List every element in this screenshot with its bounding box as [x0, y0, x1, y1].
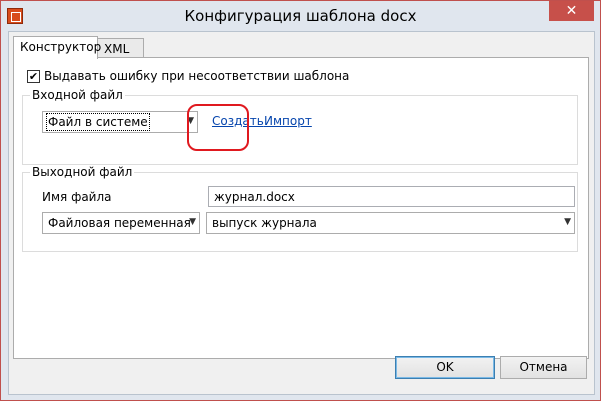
- import-link[interactable]: Импорт: [264, 114, 312, 128]
- dialog-client-area: XML Конструктор ✔ Выдавать ошибку при не…: [8, 31, 595, 395]
- output-type-value: Файловая переменная: [48, 216, 191, 230]
- tab-xml[interactable]: XML: [97, 38, 144, 58]
- chevron-down-icon: ▼: [189, 217, 196, 227]
- input-source-value: Файл в системе: [46, 113, 150, 131]
- input-file-group: Входной файл Файл в системе ▼ Создать Им…: [22, 88, 578, 165]
- window-title: Конфигурация шаблона docx: [184, 7, 417, 25]
- filename-value: журнал.docx: [214, 190, 295, 204]
- error-checkbox-label[interactable]: Выдавать ошибку при несоответствии шабло…: [44, 69, 349, 83]
- tab-constructor[interactable]: Конструктор: [13, 36, 101, 59]
- title-bar[interactable]: Конфигурация шаблона docx ✕: [1, 1, 600, 31]
- create-link[interactable]: Создать: [212, 114, 264, 128]
- error-checkbox[interactable]: ✔: [27, 70, 40, 83]
- cancel-button[interactable]: Отмена: [500, 356, 587, 379]
- ok-button[interactable]: OK: [395, 356, 495, 379]
- output-variable-select[interactable]: выпуск журнала ▼: [206, 212, 575, 234]
- close-button[interactable]: ✕: [549, 1, 594, 21]
- filename-label: Имя файла: [42, 190, 112, 204]
- input-source-select[interactable]: Файл в системе ▼: [42, 111, 198, 133]
- constructor-panel: ✔ Выдавать ошибку при несоответствии шаб…: [13, 57, 589, 359]
- dialog-window: Конфигурация шаблона docx ✕ XML Конструк…: [0, 0, 601, 401]
- filename-field[interactable]: журнал.docx: [208, 186, 575, 207]
- output-file-group: Выходной файл Имя файла журнал.docx Файл…: [22, 165, 578, 252]
- output-file-caption: Выходной файл: [30, 165, 135, 179]
- chevron-down-icon: ▼: [187, 116, 194, 126]
- chevron-down-icon: ▼: [564, 217, 571, 227]
- output-type-select[interactable]: Файловая переменная ▼: [42, 212, 200, 234]
- input-file-caption: Входной файл: [30, 88, 125, 102]
- output-variable-value: выпуск журнала: [212, 216, 317, 230]
